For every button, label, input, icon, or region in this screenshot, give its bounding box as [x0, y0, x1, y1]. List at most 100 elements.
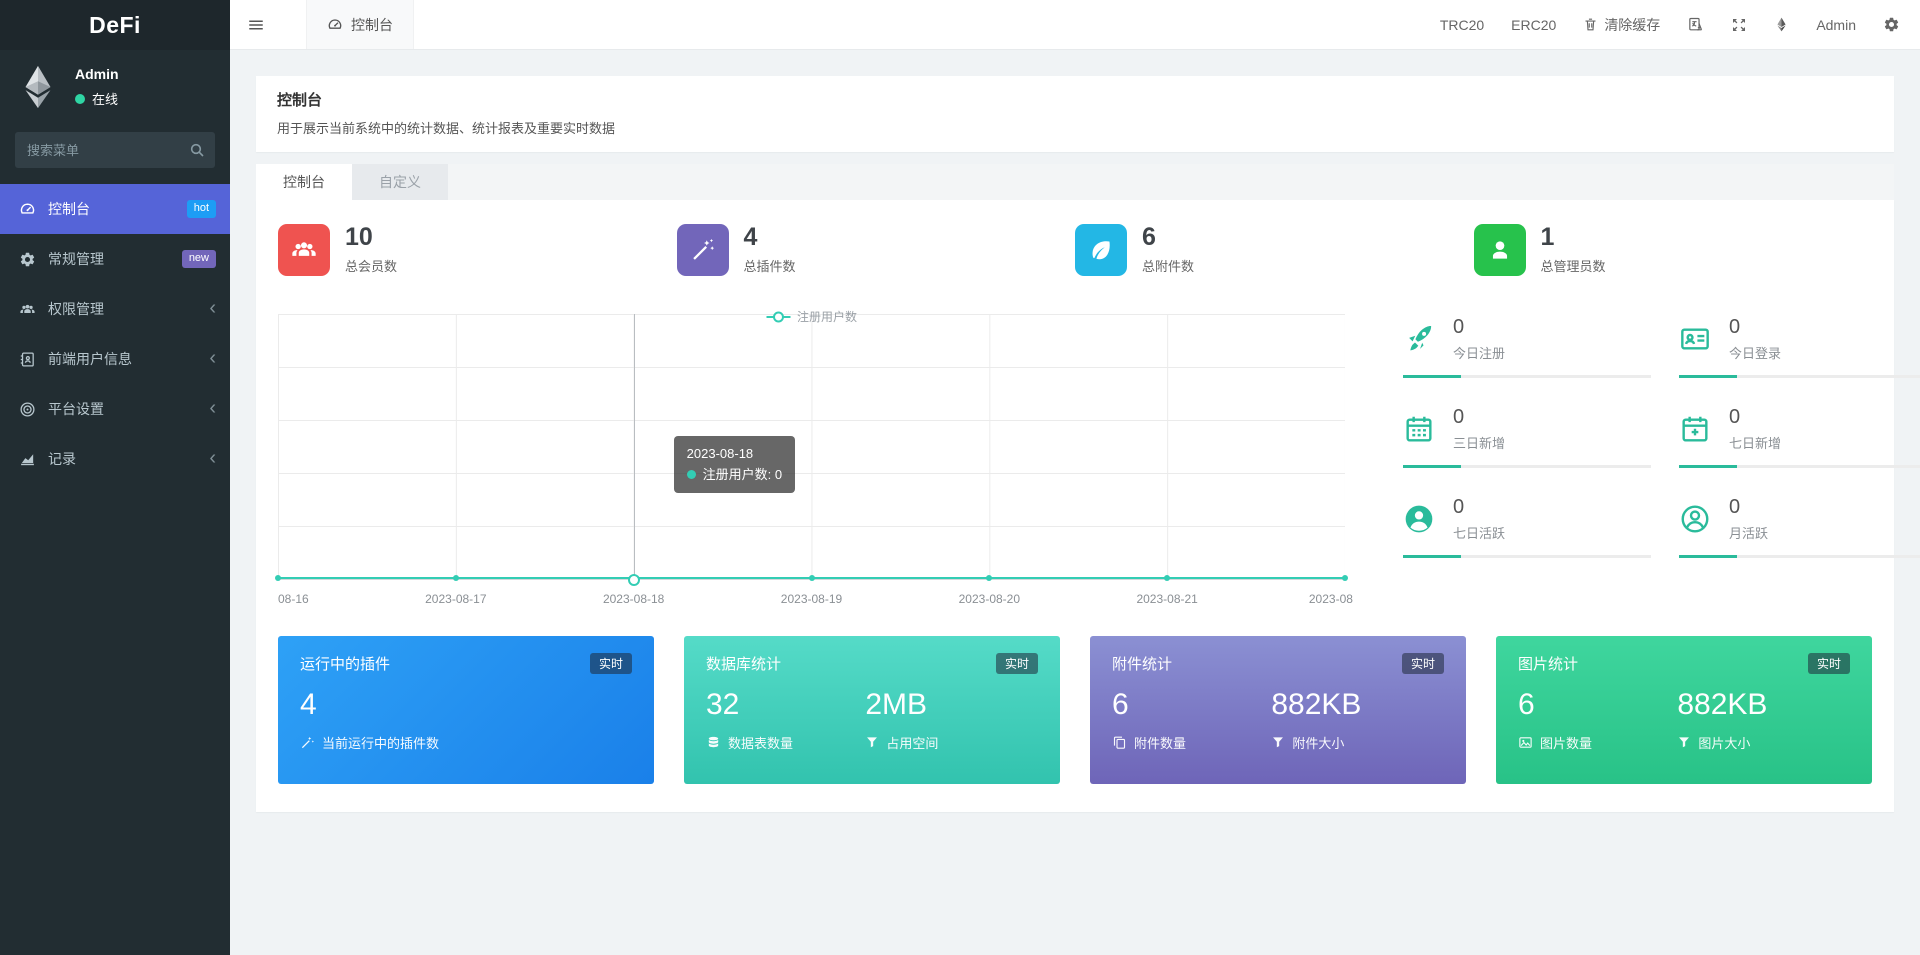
- fullscreen-button[interactable]: [1731, 17, 1747, 33]
- sidebar-menu: 控制台 hot 常规管理 new 权限管理 ‹ 前端用户信息 ‹ 平台设置 ‹ …: [0, 184, 230, 484]
- admin-user-icon: [1473, 224, 1526, 276]
- card-metric-label: 占用空间: [886, 735, 939, 751]
- mini-stat-3day-new: 0 三日新增: [1403, 406, 1651, 468]
- card-value: 32: [706, 688, 740, 721]
- x-tick: 2023-08-21: [1136, 592, 1198, 606]
- legend-label: 注册用户数: [796, 310, 858, 324]
- settings-button[interactable]: [1883, 16, 1900, 33]
- clear-cache-label: 清除缓存: [1604, 16, 1661, 33]
- eth-logo-icon: [1777, 17, 1786, 32]
- user-menu[interactable]: [1774, 16, 1789, 33]
- tooltip-date: 2023-08-18: [686, 445, 754, 461]
- stat-total-members: 10 总会员数: [278, 224, 677, 276]
- mini-stat-value: 0: [1729, 406, 1741, 428]
- data-point: [452, 575, 459, 581]
- mini-stat-bar: [1679, 465, 1920, 468]
- topbar-tab-dashboard[interactable]: 控制台: [306, 0, 414, 49]
- tab-custom[interactable]: 自定义: [352, 164, 448, 200]
- mini-stat-label: 今日登录: [1729, 346, 1782, 361]
- sidebar-item-label: 常规管理: [48, 251, 104, 267]
- sidebar-toggle-button[interactable]: [230, 0, 282, 49]
- card-attachment-stats[interactable]: 附件统计 实时 6 882KB 附件数量 附件大小: [1090, 636, 1466, 784]
- x-tick: 2023-08-19: [780, 592, 843, 606]
- chart-legend[interactable]: 注册用户数: [765, 308, 858, 325]
- axis-pointer: [633, 314, 635, 579]
- username-label[interactable]: Admin: [1816, 17, 1856, 33]
- card-running-plugins[interactable]: 运行中的插件 实时 4 当前运行中的插件数: [278, 636, 654, 784]
- x-tick: 2023-08-18: [602, 592, 665, 606]
- new-badge: new: [181, 250, 216, 268]
- card-value: 882KB: [1271, 688, 1362, 721]
- mini-stat-7day-new: 0 七日新增: [1679, 406, 1920, 468]
- stat-row: 10 总会员数 4 总插件数 6 总附件数 1 总管理员数: [278, 224, 1872, 276]
- filter-icon: [1273, 737, 1284, 748]
- card-database-stats[interactable]: 数据库统计 实时 32 2MB 数据表数量 占用空间: [684, 636, 1060, 784]
- mini-stat-bar: [1679, 375, 1920, 378]
- card-value: 6: [1112, 688, 1129, 721]
- members-icon: [278, 224, 330, 276]
- filter-icon: [867, 737, 878, 748]
- middle-row: 注册用户数 2023-08-18 注册用户数: 0 08-16 2023-08-…: [275, 306, 1920, 606]
- sidebar-item-records[interactable]: 记录 ‹: [0, 434, 230, 484]
- card-title: 数据库统计: [706, 656, 782, 673]
- content-tabstrip: 控制台 自定义: [256, 164, 1894, 200]
- hot-badge: hot: [186, 200, 216, 218]
- tooltip-value: 注册用户数: 0: [702, 466, 783, 482]
- card-metric-label: 图片数量: [1540, 735, 1593, 751]
- stat-value: 4: [743, 223, 758, 251]
- card-image-stats[interactable]: 图片统计 实时 6 882KB 图片数量 图片大小: [1496, 636, 1872, 784]
- realtime-cards-row: 运行中的插件 实时 4 当前运行中的插件数 数据库统计 实时 32 2MB 数据…: [278, 636, 1872, 784]
- hovered-data-point: [627, 574, 640, 586]
- clear-cache-button[interactable]: 清除缓存: [1583, 15, 1660, 35]
- user-circle-solid-icon: [1403, 503, 1439, 535]
- card-value: 2MB: [865, 688, 928, 721]
- calendar-plus-icon: [1679, 413, 1715, 445]
- legend-marker-icon: [765, 315, 790, 318]
- registered-users-chart[interactable]: 注册用户数 2023-08-18 注册用户数: 0 08-16 2023-08-…: [275, 306, 1353, 606]
- stat-label: 总会员数: [345, 259, 398, 274]
- dashboard-icon: [328, 18, 342, 29]
- dashboard-panel: 10 总会员数 4 总插件数 6 总附件数 1 总管理员数 注册用户数 2023…: [256, 200, 1920, 812]
- card-metric-label: 附件数量: [1134, 735, 1187, 751]
- stat-label: 总插件数: [743, 259, 796, 274]
- sidebar-item-label: 平台设置: [48, 401, 104, 417]
- mini-stat-label: 七日活跃: [1453, 526, 1506, 541]
- realtime-badge: 实时: [995, 653, 1038, 674]
- mini-stat-value: 0: [1453, 406, 1465, 428]
- tab-dashboard[interactable]: 控制台: [256, 164, 352, 200]
- card-value: 882KB: [1677, 688, 1768, 721]
- language-icon: [1689, 17, 1703, 31]
- sidebar-item-dashboard[interactable]: 控制台 hot: [0, 184, 230, 234]
- stat-total-admins: 1 总管理员数: [1473, 224, 1873, 276]
- magic-wand-icon: [676, 224, 729, 276]
- erc20-link[interactable]: ERC20: [1511, 17, 1556, 33]
- series-dot-icon: [686, 469, 696, 479]
- user-status: 在线: [75, 89, 119, 108]
- chevron-left-icon: ‹: [209, 446, 216, 469]
- mini-stat-monthly-active: 0 月活跃: [1679, 496, 1920, 558]
- tooltip-value-row: 注册用户数: 0: [686, 465, 783, 486]
- sidebar-item-platform-settings[interactable]: 平台设置 ‹: [0, 384, 230, 434]
- trash-icon: [1585, 18, 1596, 31]
- topbar-right: TRC20 ERC20 清除缓存 Admin: [1440, 0, 1920, 49]
- card-metric-label: 附件大小: [1292, 735, 1345, 751]
- language-button[interactable]: [1687, 16, 1704, 33]
- realtime-badge: 实时: [1401, 653, 1444, 674]
- trc20-link[interactable]: TRC20: [1440, 17, 1484, 33]
- card-title: 附件统计: [1112, 656, 1173, 673]
- mini-stat-bar: [1403, 465, 1651, 468]
- sidebar-item-permissions[interactable]: 权限管理 ‹: [0, 284, 230, 334]
- chart-plot-area[interactable]: 2023-08-18 注册用户数: 0: [275, 314, 1348, 586]
- sidebar-item-general[interactable]: 常规管理 new: [0, 234, 230, 284]
- sidebar-item-frontend-users[interactable]: 前端用户信息 ‹: [0, 334, 230, 384]
- chart-tooltip: 2023-08-18 注册用户数: 0: [673, 435, 796, 494]
- stat-value: 10: [345, 223, 373, 251]
- mini-stat-bar: [1403, 375, 1651, 378]
- data-point: [1342, 575, 1348, 581]
- mini-stat-value: 0: [1453, 316, 1465, 338]
- stat-label: 总附件数: [1142, 259, 1195, 274]
- search-input[interactable]: [15, 132, 215, 168]
- data-point: [986, 575, 993, 581]
- page-subtitle: 用于展示当前系统中的统计数据、统计报表及重要实时数据: [277, 121, 616, 136]
- mini-stat-7day-active: 0 七日活跃: [1403, 496, 1651, 558]
